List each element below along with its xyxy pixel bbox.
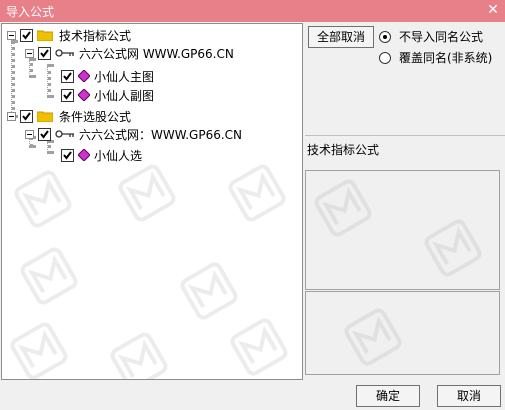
ok-button[interactable]: 确定 [356,385,420,407]
watermark-logo-icon [344,308,402,366]
diamond-icon [78,89,90,101]
watermark-logo-icon [314,179,372,237]
tree-node-label: 技术指标公式 [59,28,132,43]
tree-node-selector[interactable]: 小仙人选 [61,146,142,164]
watermark-logo-icon [118,164,176,222]
tree-node-label: 六六公式网 WWW.GP66.CN [79,46,234,61]
tree-node-tech-formulas[interactable]: 技术指标公式 [7,26,131,44]
cancel-button[interactable]: 取消 [437,385,501,407]
checkbox[interactable] [61,88,74,102]
radio-label: 覆盖同名(非系统) [399,51,493,65]
formula-type-label: 技术指标公式 [307,143,380,157]
collapse-icon[interactable] [25,48,34,58]
radio-selected-icon[interactable] [379,30,391,43]
deselect-all-button[interactable]: 全部取消 [308,26,374,48]
checkbox[interactable] [38,46,51,60]
radio-overwrite-duplicates[interactable]: 覆盖同名(非系统) [379,49,492,66]
folder-icon [37,30,53,41]
checkbox[interactable] [20,28,33,42]
formula-params-box[interactable] [305,291,500,375]
collapse-icon[interactable] [7,111,16,121]
formula-description-box[interactable] [305,170,500,290]
tree-node-label: 条件选股公式 [59,109,132,124]
window-title: 导入公式 [6,5,55,19]
watermark-logo-icon [230,318,288,376]
tree-node-main-chart[interactable]: 小仙人主图 [61,67,154,85]
key-icon [55,130,74,138]
radio-unselected-icon[interactable] [379,51,391,64]
watermark-logo-icon [228,164,286,222]
watermark-logo-icon [10,322,68,379]
title-bar: 导入公式 ✕ [0,0,505,22]
close-icon[interactable]: ✕ [485,2,501,18]
divider [305,135,505,136]
radio-skip-duplicates[interactable]: 不导入同名公式 [379,28,483,45]
checkbox[interactable] [38,127,51,141]
tree-node-sub-chart[interactable]: 小仙人副图 [61,86,154,104]
watermark-logo-icon [180,262,238,320]
collapse-icon[interactable] [25,129,34,139]
watermark-logo-icon [424,219,482,277]
formula-tree[interactable]: 技术指标公式 六六公式网 WWW.GP66.CN 小仙人主图 小仙人副图 条件选… [1,23,303,380]
watermark-logo-icon [20,247,78,305]
watermark-logo-icon [14,170,72,228]
tree-node-label: 小仙人主图 [94,69,155,84]
tree-node-label: 小仙人选 [94,148,143,163]
collapse-icon[interactable] [7,30,16,40]
tree-node-gp66-2[interactable]: 六六公式网：WWW.GP66.CN [25,125,242,143]
checkbox[interactable] [61,148,74,162]
checkbox[interactable] [20,109,33,123]
key-icon [55,49,74,57]
diamond-icon [78,70,90,82]
tree-node-gp66-1[interactable]: 六六公式网 WWW.GP66.CN [25,44,234,62]
watermark-logo-icon [110,332,168,379]
diamond-icon [78,149,90,161]
radio-label: 不导入同名公式 [399,30,484,44]
options-panel: 全部取消 不导入同名公式 覆盖同名(非系统) 技术指标公式 [305,23,505,380]
tree-node-label: 小仙人副图 [94,88,155,103]
tree-node-label: 六六公式网：WWW.GP66.CN [79,127,243,142]
checkbox[interactable] [61,69,74,83]
tree-node-stock-selection[interactable]: 条件选股公式 [7,107,131,125]
folder-icon [37,111,53,122]
